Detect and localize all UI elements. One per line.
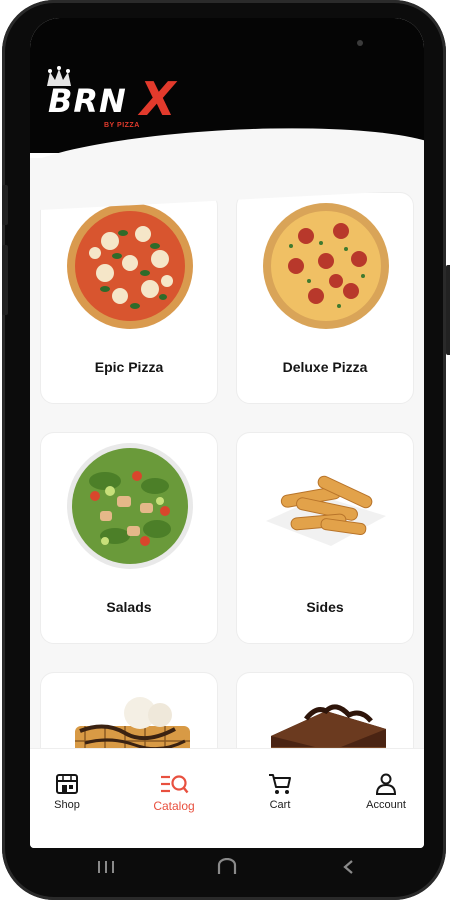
bottom-navigation: Shop Catalog Cart Account <box>30 748 424 848</box>
mozzarella-sticks-icon <box>266 475 386 546</box>
cart-icon <box>269 774 291 794</box>
nav-account[interactable]: Account <box>346 773 424 811</box>
logo-wordmark: BRN <box>48 82 127 120</box>
category-card-salads[interactable]: Salads <box>40 432 218 644</box>
phone-frame: BRN X BY PIZZA Epic Pizza Deluxe Pizza S… <box>2 0 450 900</box>
category-card-epic-pizza[interactable]: Epic Pizza <box>40 192 218 404</box>
nav-cart-label: Cart <box>269 799 291 811</box>
home-icon[interactable] <box>216 858 238 876</box>
category-card-cake[interactable] <box>236 672 414 748</box>
shop-icon <box>56 774 78 794</box>
recents-icon[interactable] <box>95 858 117 876</box>
nav-shop[interactable]: Shop <box>30 773 107 811</box>
category-card-sides[interactable]: Sides <box>236 432 414 644</box>
nav-cart[interactable]: Cart <box>240 773 320 811</box>
power-button <box>446 265 450 355</box>
front-camera <box>357 40 363 46</box>
catalog-icon <box>161 775 189 794</box>
volume-up-button <box>2 185 8 225</box>
volume-down-button <box>2 245 8 315</box>
nav-catalog[interactable]: Catalog <box>134 773 214 813</box>
account-icon <box>375 773 397 795</box>
nav-shop-label: Shop <box>54 799 80 811</box>
pizza-margherita-icon <box>67 203 193 329</box>
pizza-pepperoni-icon <box>263 203 389 329</box>
brand-logo[interactable]: BRN X BY PIZZA <box>44 64 194 136</box>
nav-account-label: Account <box>366 799 406 811</box>
chocolate-cake-icon <box>271 704 386 748</box>
logo-accent-letter: X <box>140 72 176 126</box>
category-label: Salads <box>106 599 152 615</box>
system-navigation-bar <box>30 850 424 890</box>
nav-catalog-label: Catalog <box>153 799 195 813</box>
back-icon[interactable] <box>338 858 360 876</box>
waffle-dessert-icon <box>75 697 190 748</box>
salad-bowl-icon <box>67 443 193 569</box>
category-card-dessert[interactable] <box>40 672 218 748</box>
logo-subtitle: BY PIZZA <box>104 122 140 129</box>
category-card-deluxe-pizza[interactable]: Deluxe Pizza <box>236 192 414 404</box>
category-label: Epic Pizza <box>94 359 164 375</box>
app-screen: BRN X BY PIZZA Epic Pizza Deluxe Pizza S… <box>30 18 424 848</box>
category-label: Deluxe Pizza <box>282 359 368 375</box>
category-label: Sides <box>306 599 344 615</box>
catalog-grid[interactable]: Epic Pizza Deluxe Pizza Salads Sides <box>30 158 424 748</box>
